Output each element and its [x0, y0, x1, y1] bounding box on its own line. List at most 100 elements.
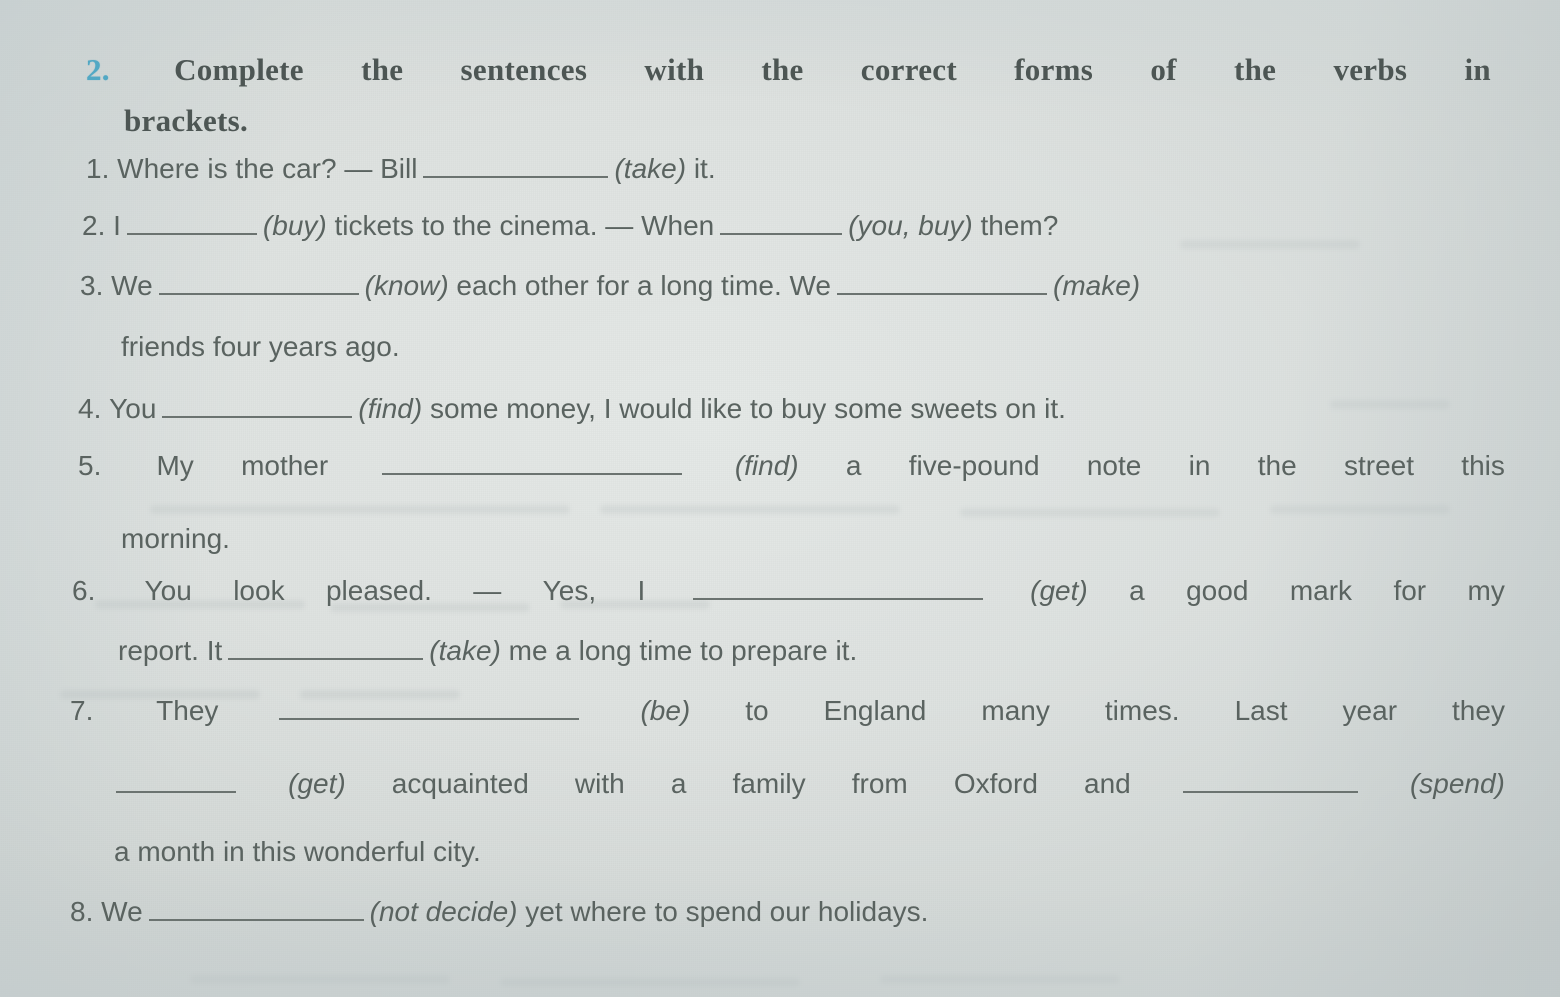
sentence-text: — [473, 575, 502, 606]
sentence-text: mark [1289, 575, 1353, 606]
answer-blank[interactable] [126, 212, 257, 235]
sentence-text: for [1393, 575, 1427, 606]
sentence-text: report. It [118, 635, 223, 666]
question-line: 6. You look pleased. — Yes, I (get) a good mark fo… [72, 577, 1505, 605]
heading-word: correct [860, 52, 957, 87]
question-number: 8. [70, 896, 102, 927]
answer-blank[interactable] [162, 395, 353, 418]
sentence-text: good [1186, 575, 1249, 606]
sentence-text: in [1188, 450, 1211, 481]
verb-hint: (be) [640, 695, 691, 726]
question-line: report. It (take) me a long time to prepa… [118, 637, 857, 665]
answer-blank[interactable] [837, 272, 1048, 295]
answer-blank[interactable] [720, 212, 843, 235]
sentence-text: family [732, 768, 806, 799]
question-number: 6. [72, 575, 104, 606]
answer-blank[interactable] [381, 452, 682, 475]
question-number: 2. [82, 210, 114, 241]
sentence-text: with [574, 768, 625, 799]
sentence-text: yet where to spend our holidays. [517, 896, 929, 927]
verb-hint: (buy) [262, 210, 327, 241]
heading-word: with [644, 52, 705, 87]
answer-blank[interactable] [1182, 770, 1358, 793]
sentence-text: You [144, 575, 192, 606]
answer-blank[interactable] [692, 577, 983, 600]
heading-word: forms [1014, 52, 1094, 87]
sentence-text: acquainted [391, 768, 529, 799]
answer-blank[interactable] [228, 637, 424, 660]
question-line: 7. They (be) to England many times. Last year th… [70, 697, 1505, 725]
sentence-text: look [233, 575, 285, 606]
answer-blank[interactable] [158, 272, 359, 295]
sentence-text: You [109, 393, 157, 424]
verb-hint: (you, buy) [848, 210, 973, 241]
verb-hint: (find) [734, 450, 799, 481]
question-line: 2. I (buy) tickets to the cinema. — When (… [82, 212, 1058, 240]
question-line: 8. We (not decide) yet where to spend our… [70, 898, 928, 926]
heading-word: the [761, 52, 804, 87]
question-line: 5. My mother (find) a five-pound note in the str… [78, 452, 1505, 480]
verb-hint: (spend) [1409, 768, 1505, 799]
exercise-heading-line-1: 2. Complete the sentences with the correct for… [86, 44, 1491, 95]
sentence-text: pleased. [325, 575, 432, 606]
heading-word: sentences [460, 52, 588, 87]
verb-hint: (make) [1053, 270, 1141, 301]
sentence-text: friends four years ago. [121, 331, 400, 362]
sentence-text: and [1084, 768, 1131, 799]
verb-hint: (get) [1030, 575, 1088, 606]
answer-blank[interactable] [148, 898, 364, 921]
answer-blank[interactable] [279, 697, 580, 720]
verb-hint: (take) [614, 153, 687, 184]
heading-word: the [1234, 52, 1277, 87]
question-line: friends four years ago. [121, 333, 400, 361]
answer-blank[interactable] [423, 155, 609, 178]
sentence-text: this [1461, 450, 1505, 481]
sentence-text: a month in this wonderful city. [114, 836, 481, 867]
sentence-text: street [1343, 450, 1414, 481]
sentence-text: note [1086, 450, 1142, 481]
heading-word: Complete [174, 52, 304, 87]
question-line: a month in this wonderful city. [114, 838, 481, 866]
sentence-text: a [670, 768, 687, 799]
sentence-text: They [156, 695, 219, 726]
sentence-text: it. [686, 153, 716, 184]
sentence-text: the [1257, 450, 1297, 481]
exercise-content: 2. Complete the sentences with the correct for… [0, 0, 1560, 997]
sentence-text: tickets to the cinema. — When [326, 210, 715, 241]
sentence-text: to [745, 695, 769, 726]
sentence-text: a [1129, 575, 1145, 606]
sentence-text: I [113, 210, 121, 241]
verb-hint: (find) [358, 393, 423, 424]
sentence-text: times. [1104, 695, 1180, 726]
verb-hint: (know) [364, 270, 449, 301]
question-number: 1. [86, 153, 118, 184]
sentence-text: morning. [121, 523, 230, 554]
exercise-number: 2. [86, 52, 110, 87]
heading-word: of [1150, 52, 1177, 87]
sentence-text: a [845, 450, 862, 481]
question-number: 4. [78, 393, 110, 424]
verb-hint: (get) [288, 768, 346, 799]
sentence-text: My [156, 450, 194, 481]
question-number: 7. [70, 695, 102, 726]
sentence-text: five-pound [908, 450, 1040, 481]
sentence-text: We [111, 270, 153, 301]
sentence-text: We [101, 896, 143, 927]
sentence-text: Yes, [542, 575, 597, 606]
sentence-text: my [1467, 575, 1505, 606]
heading-word: the [361, 52, 404, 87]
sentence-text: many [981, 695, 1050, 726]
sentence-text: they [1452, 695, 1505, 726]
sentence-text: Oxford [953, 768, 1038, 799]
verb-hint: (not decide) [369, 896, 518, 927]
question-line: 4. You (find) some money, I would like to… [78, 395, 1066, 423]
sentence-text: from [851, 768, 908, 799]
sentence-text: mother [241, 450, 329, 481]
answer-blank[interactable] [116, 770, 236, 793]
sentence-text: some money, I would like to buy some swe… [422, 393, 1066, 424]
exercise-heading-line-2: brackets. [124, 103, 249, 138]
sentence-text: me a long time to prepare it. [500, 635, 858, 666]
sentence-text: them? [972, 210, 1059, 241]
question-line: (get) acquainted with a family from Oxford and (… [110, 770, 1505, 798]
sentence-text: England [823, 695, 927, 726]
